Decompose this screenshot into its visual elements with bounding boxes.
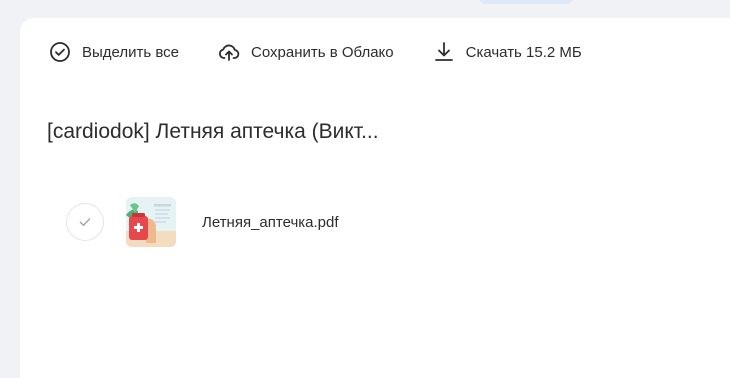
pdf-preview-image [126,197,176,247]
download-button[interactable]: Скачать 15.2 МБ [432,40,582,64]
file-row[interactable]: Летняя_аптечка.pdf [66,196,339,248]
cloud-upload-icon [217,40,241,64]
attachments-panel: Выделить все Сохранить в Облако Скачать … [20,18,730,378]
file-name[interactable]: Летняя_аптечка.pdf [202,214,339,231]
download-icon [432,40,456,64]
file-thumbnail[interactable] [126,197,176,247]
attachments-toolbar: Выделить все Сохранить в Облако Скачать … [48,40,582,64]
top-tab-indicator[interactable] [478,0,574,4]
download-label: Скачать 15.2 МБ [465,43,582,61]
file-select-checkbox[interactable] [66,203,104,241]
select-all-label: Выделить все [82,43,180,61]
checkmark-icon [79,218,91,227]
select-all-button[interactable]: Выделить все [48,40,179,64]
save-to-cloud-label: Сохранить в Облако [251,43,394,61]
folder-title: [cardiodok] Летняя аптечка (Викт... [47,120,379,143]
check-circle-icon [48,40,72,64]
save-to-cloud-button[interactable]: Сохранить в Облако [217,40,394,64]
